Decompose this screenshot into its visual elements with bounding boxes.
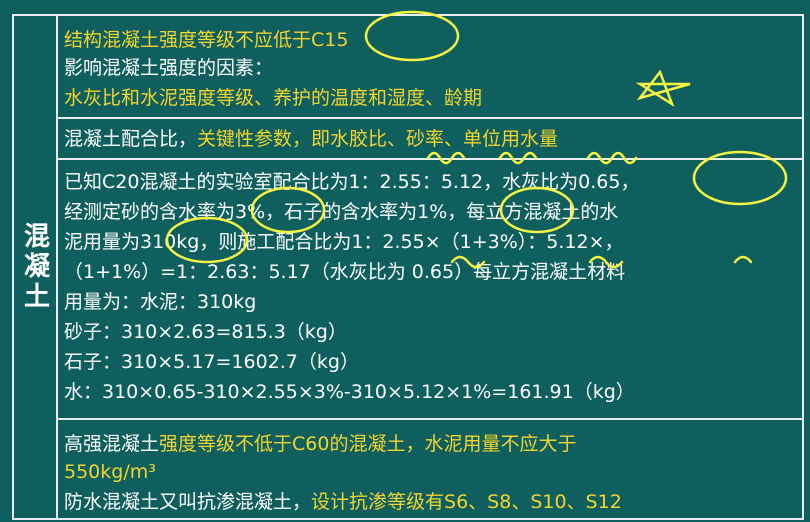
example-line-7: 石子：310×5.17=1602.7（kg） [64, 351, 359, 373]
strength-factors-list: 水灰比和水泥强度等级、养护的温度和湿度、龄期 [64, 87, 483, 109]
example-section: 已知C20混凝土的实验室配合比为1：2.55：5.12，水灰比为0.65， 经测… [58, 160, 802, 420]
category-column: 混凝土 [14, 16, 58, 518]
special-concrete-section: 高强混凝土强度等级不低于C60的混凝土，水泥用量不应大于 550kg/m³ 防水… [58, 420, 802, 522]
waterproof-text: 防水混凝土又叫抗渗混凝土，设计抗渗等级有S6、S8、S10、S12 [64, 490, 622, 514]
waterproof-term: 防水混凝土又叫抗渗混凝土， [64, 491, 312, 513]
high-strength-definition: 强度等级不低于C60的混凝土，水泥用量不应大于 [159, 433, 577, 455]
high-strength-term: 高强混凝土 [64, 433, 160, 455]
cement-limit-text: 550kg/m³ [64, 461, 156, 483]
content-table: 混凝土 结构混凝土强度等级不应低于C15 影响混凝土强度的因素： 水灰比和水泥强… [12, 14, 804, 520]
mix-ratio-text: 混凝土配合比，关键性参数，即水胶比、砂率、单位用水量 [64, 127, 558, 151]
strength-factors-heading: 影响混凝土强度的因素： [64, 57, 274, 79]
strength-section: 结构混凝土强度等级不应低于C15 影响混凝土强度的因素： 水灰比和水泥强度等级、… [58, 16, 802, 119]
example-line-3: 泥用量为310kg，则施工配合比为1：2.55×（1+3%）：5.12×， [64, 231, 624, 253]
mix-ratio-section: 混凝土配合比，关键性参数，即水胶比、砂率、单位用水量 [58, 119, 802, 160]
example-line-4: （1+1%）=1：2.63：5.17（水灰比为 0.65）每立方混凝土材料 [64, 261, 626, 283]
example-line-5: 用量为：水泥：310kg [64, 291, 257, 313]
min-strength-text: 结构混凝土强度等级不应低于C15 [64, 29, 349, 51]
example-line-1: 已知C20混凝土的实验室配合比为1：2.55：5.12，水灰比为0.65， [64, 171, 640, 193]
high-strength-text: 高强混凝土强度等级不低于C60的混凝土，水泥用量不应大于 [64, 432, 576, 456]
mix-ratio-key-params: 关键性参数，即水胶比、砂率、单位用水量 [197, 128, 559, 150]
example-line-8: 水：310×0.65-310×2.55×3%-310×5.12×1%=161.9… [64, 381, 635, 403]
impermeability-grades: 设计抗渗等级有S6、S8、S10、S12 [311, 491, 622, 513]
example-line-6: 砂子：310×2.63=815.3（kg） [64, 321, 347, 343]
mix-ratio-prefix: 混凝土配合比， [64, 128, 198, 150]
example-line-2: 经测定砂的含水率为3%，石子的含水率为1%，每立方混凝土的水 [64, 201, 619, 223]
category-label: 混凝土 [19, 222, 50, 312]
